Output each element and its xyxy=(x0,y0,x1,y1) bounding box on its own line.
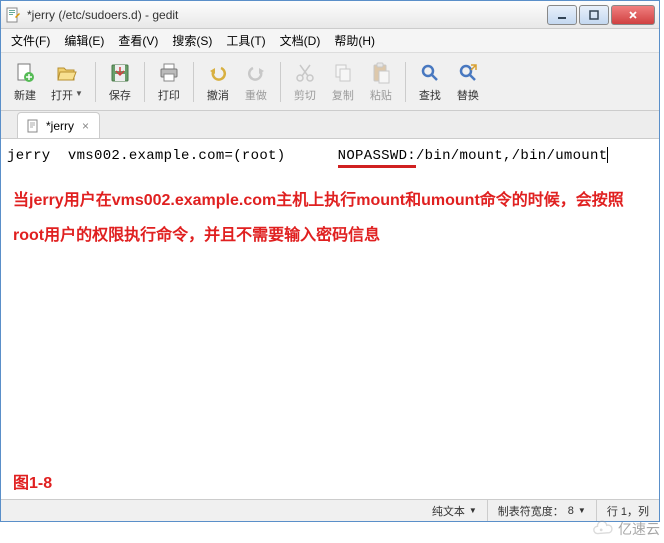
tool-label: 保存 xyxy=(109,87,131,103)
new-file-icon xyxy=(13,61,37,85)
tab-label: *jerry xyxy=(46,119,74,133)
menu-help[interactable]: 帮助(H) xyxy=(328,30,381,51)
app-icon xyxy=(5,7,21,23)
save-icon xyxy=(108,61,132,85)
minimize-icon xyxy=(557,10,567,20)
print-button[interactable]: 打印 xyxy=(151,59,187,105)
cloud-icon xyxy=(592,520,614,538)
menu-search[interactable]: 搜索(S) xyxy=(166,30,218,51)
undo-button[interactable]: 撤消 xyxy=(200,59,236,105)
find-icon xyxy=(418,61,442,85)
print-icon xyxy=(157,61,181,85)
window-title: *jerry (/etc/sudoers.d) - gedit xyxy=(27,8,547,22)
paste-button: 粘贴 xyxy=(363,59,399,105)
tab-bar: *jerry × xyxy=(1,111,659,139)
toolbar-separator xyxy=(280,62,281,102)
tool-label: 查找 xyxy=(419,87,441,103)
tab-width-selector[interactable]: 制表符宽度： 8 ▼ xyxy=(488,500,597,521)
tool-label: 复制 xyxy=(332,87,354,103)
tool-label: 新建 xyxy=(14,87,36,103)
undo-icon xyxy=(206,61,230,85)
redo-icon xyxy=(244,61,268,85)
tool-label: 打开 xyxy=(51,87,73,103)
dropdown-arrow-icon[interactable]: ▼ xyxy=(75,89,83,98)
cut-icon xyxy=(293,61,317,85)
minimize-button[interactable] xyxy=(547,5,577,25)
tool-label: 替换 xyxy=(457,87,479,103)
toolbar-separator xyxy=(144,62,145,102)
save-button[interactable]: 保存 xyxy=(102,59,138,105)
window-controls xyxy=(547,5,655,25)
open-button[interactable]: 打开▼ xyxy=(45,59,89,105)
syntax-mode-label: 纯文本 xyxy=(432,503,465,519)
watermark: 亿速云 xyxy=(592,519,660,539)
statusbar: 纯文本 ▼ 制表符宽度： 8 ▼ 行 1，列 xyxy=(1,499,659,521)
figure-label: 图1-8 xyxy=(13,469,52,493)
replace-icon xyxy=(456,61,480,85)
window-titlebar: *jerry (/etc/sudoers.d) - gedit xyxy=(1,1,659,29)
menubar: 文件(F) 编辑(E) 查看(V) 搜索(S) 工具(T) 文档(D) 帮助(H… xyxy=(1,29,659,53)
open-folder-icon xyxy=(55,61,79,85)
menu-documents[interactable]: 文档(D) xyxy=(274,30,327,51)
watermark-text: 亿速云 xyxy=(618,519,660,539)
copy-button: 复制 xyxy=(325,59,361,105)
replace-button[interactable]: 替换 xyxy=(450,59,486,105)
menu-tools[interactable]: 工具(T) xyxy=(220,30,271,51)
toolbar: 新建 打开▼ 保存 打印 撤消 重做 剪切 xyxy=(1,53,659,111)
maximize-button[interactable] xyxy=(579,5,609,25)
find-button[interactable]: 查找 xyxy=(412,59,448,105)
tab-close-button[interactable]: × xyxy=(80,119,91,133)
menu-view[interactable]: 查看(V) xyxy=(112,30,164,51)
tabwidth-value: 8 xyxy=(568,505,574,517)
close-button[interactable] xyxy=(611,5,655,25)
tool-label: 重做 xyxy=(245,87,267,103)
copy-icon xyxy=(331,61,355,85)
chevron-down-icon: ▼ xyxy=(578,506,586,515)
toolbar-separator xyxy=(405,62,406,102)
document-tab[interactable]: *jerry × xyxy=(17,112,100,138)
annotation-text: 当jerry用户在vms002.example.com主机上执行mount和um… xyxy=(13,183,647,253)
tool-label: 撤消 xyxy=(207,87,229,103)
menu-file[interactable]: 文件(F) xyxy=(5,30,56,51)
paste-icon xyxy=(369,61,393,85)
editor-area[interactable]: jerry vms002.example.com=(root) NOPASSWD… xyxy=(1,139,659,499)
syntax-mode-selector[interactable]: 纯文本 ▼ xyxy=(422,500,488,521)
editor-content: jerry vms002.example.com=(root) NOPASSWD… xyxy=(7,148,608,164)
maximize-icon xyxy=(589,10,599,20)
menu-edit[interactable]: 编辑(E) xyxy=(58,30,110,51)
text-cursor xyxy=(607,147,608,163)
close-icon xyxy=(628,10,638,20)
toolbar-separator xyxy=(193,62,194,102)
tool-label: 剪切 xyxy=(294,87,316,103)
toolbar-separator xyxy=(95,62,96,102)
redo-button: 重做 xyxy=(238,59,274,105)
tool-label: 打印 xyxy=(158,87,180,103)
cut-button: 剪切 xyxy=(287,59,323,105)
chevron-down-icon: ▼ xyxy=(469,506,477,515)
tool-label: 粘贴 xyxy=(370,87,392,103)
document-icon xyxy=(26,119,40,133)
cursor-position: 行 1，列 xyxy=(597,500,659,521)
tabwidth-label: 制表符宽度： xyxy=(498,503,564,519)
new-button[interactable]: 新建 xyxy=(7,59,43,105)
